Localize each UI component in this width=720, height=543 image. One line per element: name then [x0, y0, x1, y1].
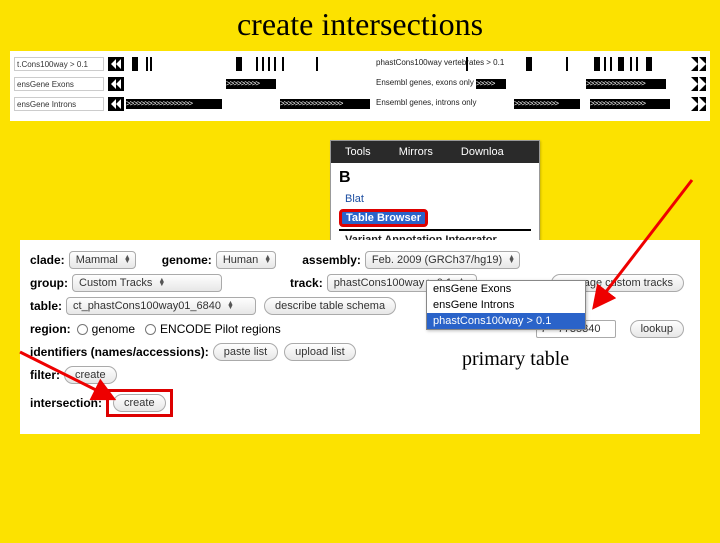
- track-row-exons: ensGene Exons Ensembl genes, exons only …: [14, 75, 706, 93]
- genome-label: genome:: [162, 253, 212, 267]
- track-dropdown-list[interactable]: ensGene Exons ensGene Introns phastCons1…: [426, 280, 586, 330]
- assembly-select[interactable]: Feb. 2009 (GRCh37/hg19)▲▼: [365, 251, 520, 269]
- rewind-icon[interactable]: [108, 97, 124, 111]
- table-label: table:: [30, 299, 62, 313]
- track-row-introns: ensGene Introns Ensembl genes, introns o…: [14, 95, 706, 113]
- lookup-button[interactable]: lookup: [630, 320, 684, 338]
- track-data: phastCons100way vertebrates > 0.1: [126, 57, 688, 71]
- region-genome-label: genome: [92, 322, 135, 336]
- region-encode-radio[interactable]: [145, 324, 156, 335]
- filter-create-button[interactable]: create: [64, 366, 117, 384]
- primary-table-annotation: primary table: [462, 348, 569, 371]
- group-label: group:: [30, 276, 68, 290]
- clade-select[interactable]: Mammal▲▼: [69, 251, 136, 269]
- intersection-label: intersection:: [30, 396, 102, 410]
- track-data: Ensembl genes, exons only >>>>>>>>> >>>>…: [126, 77, 688, 91]
- track-data: Ensembl genes, introns only >>>>>>>>>>>>…: [126, 97, 688, 111]
- table-browser-form: clade: Mammal▲▼ genome: Human▲▼ assembly…: [20, 240, 700, 434]
- dropdown-option-phastcons[interactable]: phastCons100way > 0.1: [427, 313, 585, 329]
- region-encode-label: ENCODE Pilot regions: [160, 322, 281, 336]
- genome-select[interactable]: Human▲▼: [216, 251, 276, 269]
- forward-icon[interactable]: [690, 77, 706, 91]
- rewind-icon[interactable]: [108, 57, 124, 71]
- track-label: track:: [290, 276, 323, 290]
- menu-item-blat[interactable]: Blat: [339, 189, 531, 209]
- group-select[interactable]: Custom Tracks▲▼: [72, 274, 222, 292]
- assembly-label: assembly:: [302, 253, 361, 267]
- track-label: t.Cons100way > 0.1: [14, 57, 104, 71]
- dropdown-option-exons[interactable]: ensGene Exons: [427, 281, 585, 297]
- menu-tools[interactable]: Tools: [331, 146, 385, 158]
- forward-icon[interactable]: [690, 57, 706, 71]
- upload-list-button[interactable]: upload list: [284, 343, 356, 361]
- clade-label: clade:: [30, 253, 65, 267]
- track-label: ensGene Introns: [14, 97, 104, 111]
- track-label: ensGene Exons: [14, 77, 104, 91]
- menu-download[interactable]: Downloa: [447, 146, 518, 158]
- genome-tracks: t.Cons100way > 0.1 phastCons100way verte…: [10, 51, 710, 121]
- identifiers-label: identifiers (names/accessions):: [30, 345, 209, 359]
- page-title: create intersections: [0, 0, 720, 47]
- track-seg-label: Ensembl genes, introns only: [376, 98, 477, 107]
- track-seg-label: Ensembl genes, exons only: [376, 78, 474, 87]
- track-seg-label: phastCons100way vertebrates > 0.1: [376, 58, 504, 67]
- table-select[interactable]: ct_phastCons100way01_6840▲▼: [66, 297, 256, 315]
- dropdown-option-introns[interactable]: ensGene Introns: [427, 297, 585, 313]
- menu-item-table-browser[interactable]: Table Browser: [339, 209, 428, 227]
- region-label: region:: [30, 322, 71, 336]
- paste-list-button[interactable]: paste list: [213, 343, 278, 361]
- intersection-create-highlight: create: [106, 389, 173, 417]
- menu-bar: Tools Mirrors Downloa: [331, 141, 539, 163]
- region-genome-radio[interactable]: [77, 324, 88, 335]
- track-row-conservation: t.Cons100way > 0.1 phastCons100way verte…: [14, 55, 706, 73]
- tools-menu: Tools Mirrors Downloa B Blat Table Brows…: [330, 140, 540, 253]
- forward-icon[interactable]: [690, 97, 706, 111]
- describe-table-schema-button[interactable]: describe table schema: [264, 297, 396, 315]
- filter-label: filter:: [30, 368, 60, 382]
- menu-mirrors[interactable]: Mirrors: [385, 146, 447, 158]
- rewind-icon[interactable]: [108, 77, 124, 91]
- intersection-create-button[interactable]: create: [113, 394, 166, 412]
- menu-heading: B: [339, 169, 531, 187]
